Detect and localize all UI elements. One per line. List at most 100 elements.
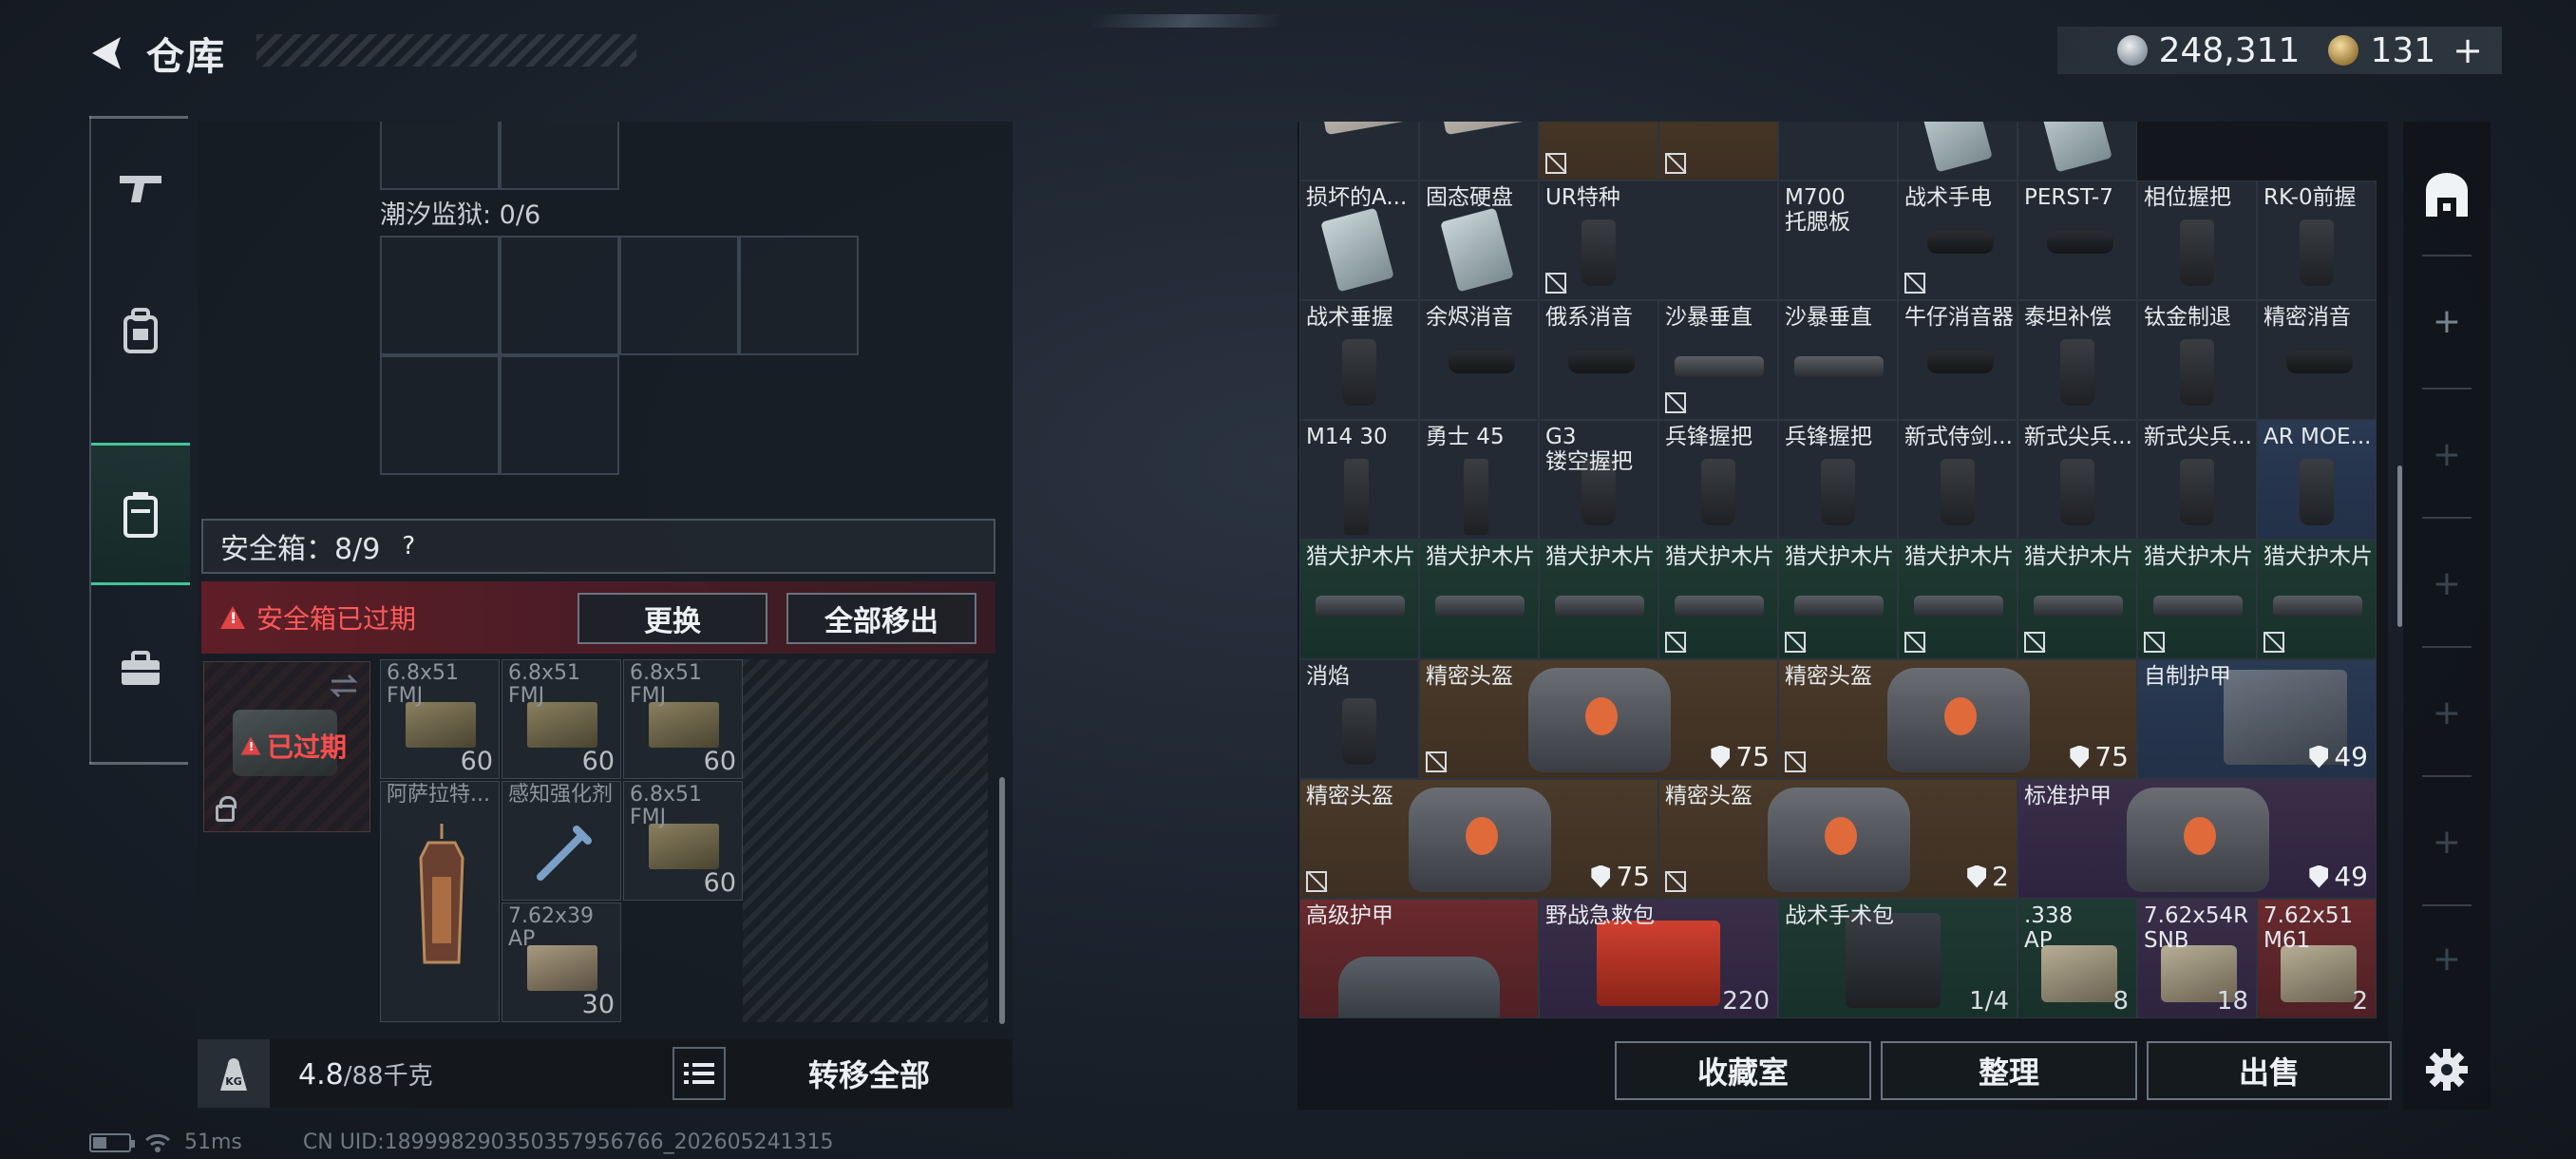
inventory-item[interactable]: 精密头盔 2 <box>1658 779 2017 899</box>
inventory-item[interactable]: AR MOE... <box>2257 420 2377 540</box>
grid-cell[interactable] <box>500 236 619 355</box>
tab-storage-main[interactable] <box>2403 131 2491 260</box>
inventory-item[interactable]: 牛仔消音器 <box>1898 300 2017 420</box>
inventory-item[interactable] <box>2017 122 2137 180</box>
inventory-item[interactable]: 猎犬护木片 <box>1898 540 2017 659</box>
add-currency-button[interactable]: + <box>2453 29 2483 71</box>
safebox-item[interactable]: 感知强化剂 <box>502 781 621 901</box>
back-arrow-icon[interactable] <box>85 32 127 74</box>
tab-armor[interactable] <box>91 260 190 403</box>
inventory-item[interactable]: 新式侍剑... <box>1898 420 2017 540</box>
left-scrollbar[interactable] <box>999 777 1005 1024</box>
sort-button[interactable]: 整理 <box>1881 1041 2137 1100</box>
inventory-item[interactable]: 战术手术包 1/4 <box>1778 899 2017 1018</box>
card-art-icon <box>1320 207 1394 293</box>
inventory-item[interactable]: 7.62x54R SNB 18 <box>2137 899 2257 1018</box>
safebox-case-slot[interactable]: 已过期 <box>203 661 370 832</box>
inventory-item[interactable]: 野战急救包 220 <box>1539 899 1778 1018</box>
replace-button[interactable]: 更换 <box>578 593 767 644</box>
safebox-item[interactable]: 7.62x39 AP 30 <box>502 902 621 1022</box>
move-all-out-button[interactable]: 全部移出 <box>786 593 976 644</box>
grid-cell[interactable] <box>380 122 500 190</box>
inventory-item[interactable]: 猎犬护木片 <box>1539 540 1658 659</box>
inventory-item[interactable]: M700 托腮板 <box>1778 180 1898 300</box>
item-count: 60 <box>703 868 736 898</box>
add-storage-tab-button[interactable]: + <box>2403 519 2491 648</box>
inventory-item[interactable] <box>1419 122 1539 180</box>
grip-art-icon <box>2180 459 2214 525</box>
inventory-item[interactable]: 精密头盔 75 <box>1778 659 2137 779</box>
inventory-item[interactable] <box>1539 122 1658 180</box>
inventory-item[interactable]: G3 镂空握把 <box>1539 420 1658 540</box>
inventory-item[interactable]: 相位握把 <box>2137 180 2257 300</box>
safebox-item[interactable]: 6.8x51 FMJ 60 <box>380 659 500 779</box>
inventory-item[interactable]: 俄系消音 <box>1539 300 1658 420</box>
inventory-item[interactable] <box>1299 122 1419 180</box>
inventory-item[interactable]: 新式尖兵... <box>2137 420 2257 540</box>
inventory-item[interactable]: UR特种 <box>1539 180 1778 300</box>
help-icon[interactable]: ? <box>391 529 426 563</box>
inventory-item[interactable]: 精密头盔 75 <box>1299 779 1658 899</box>
grid-cell[interactable] <box>500 355 619 475</box>
inventory-item[interactable]: 兵锋握把 <box>1778 420 1898 540</box>
item-name: 猎犬护木片 <box>2263 544 2373 569</box>
inventory-item[interactable]: 钛金制退 <box>2137 300 2257 420</box>
inventory-item[interactable]: 猎犬护木片 <box>1778 540 1898 659</box>
inventory-item[interactable] <box>1778 122 1898 180</box>
grid-cell[interactable] <box>380 236 500 355</box>
add-storage-tab-button[interactable]: + <box>2403 256 2491 386</box>
add-storage-tab-button[interactable]: + <box>2403 390 2491 519</box>
inventory-item[interactable]: 高级护甲 <box>1299 899 1539 1018</box>
inventory-item[interactable]: 余烬消音 <box>1419 300 1539 420</box>
inventory-item[interactable]: .338 AP 8 <box>2017 899 2137 1018</box>
list-view-button[interactable] <box>672 1047 726 1100</box>
grid-cell[interactable] <box>380 355 500 475</box>
inventory-item[interactable]: 猎犬护木片 <box>2017 540 2137 659</box>
inventory-item[interactable]: 猎犬护木片 <box>1658 540 1778 659</box>
tab-weapons[interactable] <box>91 116 190 258</box>
inventory-item[interactable]: 战术手电 <box>1898 180 2017 300</box>
inventory-item[interactable]: 消焰 <box>1299 659 1419 779</box>
add-storage-tab-button[interactable]: + <box>2403 906 2491 1011</box>
grid-cell[interactable] <box>619 236 739 355</box>
inventory-item[interactable]: 标准护甲 49 <box>2017 779 2377 899</box>
inventory-item[interactable]: 猎犬护木片 <box>2137 540 2257 659</box>
inventory-item[interactable]: 新式尖兵... <box>2017 420 2137 540</box>
inventory-item[interactable]: 损坏的A... <box>1299 180 1419 300</box>
tab-toolbox[interactable] <box>91 598 190 741</box>
inventory-item[interactable]: 沙暴垂直 <box>1658 300 1778 420</box>
inventory-item[interactable]: M14 30 <box>1299 420 1419 540</box>
inventory-item[interactable]: 固态硬盘 <box>1419 180 1539 300</box>
inventory-item[interactable]: 猎犬护木片 <box>2257 540 2377 659</box>
inventory-item[interactable]: 猎犬护木片 <box>1419 540 1539 659</box>
inventory-item[interactable]: 精密头盔 75 <box>1419 659 1778 779</box>
inventory-item[interactable]: 战术垂握 <box>1299 300 1419 420</box>
safebox-item[interactable]: 阿萨拉特... <box>380 781 500 1022</box>
inventory-item[interactable] <box>1898 122 2017 180</box>
sell-button[interactable]: 出售 <box>2147 1041 2392 1100</box>
grid-cell[interactable] <box>500 122 619 190</box>
safebox-item[interactable]: 6.8x51 FMJ 60 <box>502 659 621 779</box>
inventory-item[interactable]: RK-0前握 <box>2257 180 2377 300</box>
inventory-item[interactable]: 自制护甲 49 <box>2137 659 2377 779</box>
inventory-scrollbar[interactable] <box>2397 466 2402 627</box>
settings-button[interactable] <box>2403 1032 2491 1108</box>
inventory-item[interactable]: 精密消音 <box>2257 300 2377 420</box>
inventory-item[interactable]: 泰坦补偿 <box>2017 300 2137 420</box>
inventory-item[interactable] <box>1658 122 1778 180</box>
safebox-item[interactable]: 6.8x51 FMJ 60 <box>623 659 743 779</box>
durability-value: 2 <box>1992 861 2009 892</box>
add-storage-tab-button[interactable]: + <box>2403 777 2491 906</box>
safebox-item[interactable]: 6.8x51 FMJ 60 <box>623 781 743 901</box>
inventory-item[interactable]: 7.62x51 M61 2 <box>2257 899 2377 1018</box>
inventory-item[interactable]: 勇士 45 <box>1419 420 1539 540</box>
inventory-item[interactable]: 沙暴垂直 <box>1778 300 1898 420</box>
tab-safebox[interactable] <box>91 443 190 585</box>
transfer-all-button[interactable]: 转移全部 <box>739 1047 999 1100</box>
vault-button[interactable]: 收藏室 <box>1615 1041 1871 1100</box>
inventory-item[interactable]: PERST-7 <box>2017 180 2137 300</box>
inventory-item[interactable]: 猎犬护木片 <box>1299 540 1419 659</box>
grid-cell[interactable] <box>739 236 859 355</box>
inventory-item[interactable]: 兵锋握把 <box>1658 420 1778 540</box>
add-storage-tab-button[interactable]: + <box>2403 648 2491 777</box>
